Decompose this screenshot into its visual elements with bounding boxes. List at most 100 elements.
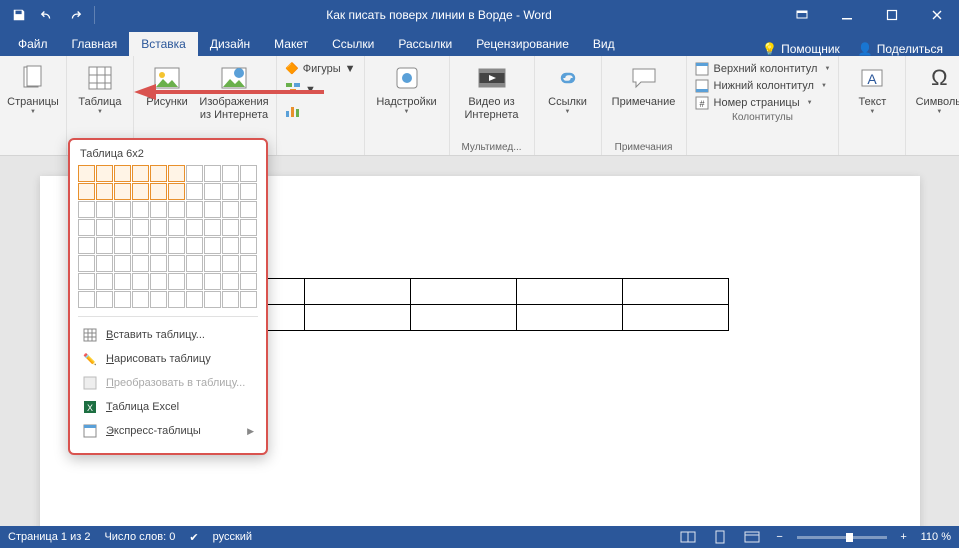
grid-cell[interactable]	[96, 255, 113, 272]
grid-cell[interactable]	[240, 255, 257, 272]
online-video-button[interactable]: Видео из Интернета	[454, 58, 530, 121]
grid-cell[interactable]	[96, 219, 113, 236]
read-mode-icon[interactable]	[677, 529, 699, 545]
grid-cell[interactable]	[114, 183, 131, 200]
save-icon[interactable]	[6, 2, 32, 28]
tab-references[interactable]: Ссылки	[320, 32, 386, 56]
zoom-level[interactable]: 110 %	[921, 531, 951, 543]
grid-cell[interactable]	[168, 165, 185, 182]
grid-cell[interactable]	[168, 291, 185, 308]
grid-cell[interactable]	[222, 165, 239, 182]
grid-cell[interactable]	[240, 219, 257, 236]
draw-table-item[interactable]: ✏️Нарисовать таблицу	[78, 347, 258, 371]
grid-cell[interactable]	[186, 183, 203, 200]
grid-cell[interactable]	[96, 237, 113, 254]
grid-cell[interactable]	[186, 237, 203, 254]
grid-cell[interactable]	[168, 201, 185, 218]
grid-cell[interactable]	[186, 219, 203, 236]
grid-cell[interactable]	[96, 165, 113, 182]
grid-cell[interactable]	[78, 219, 95, 236]
grid-cell[interactable]	[150, 183, 167, 200]
grid-cell[interactable]	[150, 255, 167, 272]
insert-table-item[interactable]: Вставить таблицу...	[78, 323, 258, 347]
grid-cell[interactable]	[132, 183, 149, 200]
maximize-icon[interactable]	[869, 0, 914, 30]
grid-cell[interactable]	[204, 183, 221, 200]
proofing-icon[interactable]: ✔	[189, 531, 198, 544]
grid-cell[interactable]	[150, 201, 167, 218]
symbols-button[interactable]: Ω Символы▼	[910, 58, 959, 116]
grid-cell[interactable]	[240, 165, 257, 182]
tell-me[interactable]: 💡Помощник	[762, 42, 840, 56]
grid-cell[interactable]	[78, 273, 95, 290]
grid-cell[interactable]	[222, 255, 239, 272]
tab-home[interactable]: Главная	[60, 32, 130, 56]
grid-cell[interactable]	[114, 219, 131, 236]
text-button[interactable]: A Текст▼	[843, 58, 901, 116]
ribbon-options-icon[interactable]	[779, 0, 824, 30]
grid-cell[interactable]	[222, 237, 239, 254]
pages-button[interactable]: Страницы▼	[4, 58, 62, 116]
grid-cell[interactable]	[168, 273, 185, 290]
page-number-button[interactable]: #Номер страницы▼	[695, 96, 831, 110]
tab-design[interactable]: Дизайн	[198, 32, 262, 56]
grid-cell[interactable]	[186, 273, 203, 290]
grid-cell[interactable]	[222, 291, 239, 308]
grid-cell[interactable]	[186, 291, 203, 308]
grid-cell[interactable]	[150, 237, 167, 254]
grid-cell[interactable]	[132, 237, 149, 254]
grid-cell[interactable]	[168, 255, 185, 272]
status-language[interactable]: русский	[213, 531, 252, 543]
redo-icon[interactable]	[62, 2, 88, 28]
chart-button[interactable]	[281, 100, 305, 121]
web-layout-icon[interactable]	[741, 529, 763, 545]
status-page[interactable]: Страница 1 из 2	[8, 531, 90, 543]
tab-view[interactable]: Вид	[581, 32, 627, 56]
grid-cell[interactable]	[150, 219, 167, 236]
grid-cell[interactable]	[150, 291, 167, 308]
grid-cell[interactable]	[96, 183, 113, 200]
grid-cell[interactable]	[204, 291, 221, 308]
grid-cell[interactable]	[222, 219, 239, 236]
grid-cell[interactable]	[168, 237, 185, 254]
tab-insert[interactable]: Вставка	[129, 32, 198, 56]
tab-mailings[interactable]: Рассылки	[386, 32, 464, 56]
grid-cell[interactable]	[204, 219, 221, 236]
grid-cell[interactable]	[132, 201, 149, 218]
grid-cell[interactable]	[132, 165, 149, 182]
grid-cell[interactable]	[78, 183, 95, 200]
table-button[interactable]: Таблица▼	[71, 58, 129, 116]
status-words[interactable]: Число слов: 0	[104, 531, 175, 543]
grid-cell[interactable]	[96, 273, 113, 290]
links-button[interactable]: Ссылки▼	[539, 58, 597, 116]
online-pictures-button[interactable]: Изображения из Интернета	[196, 58, 272, 121]
smartart-button[interactable]: ▼	[281, 77, 320, 98]
zoom-out-button[interactable]: −	[773, 531, 787, 543]
zoom-slider[interactable]	[797, 536, 887, 539]
grid-cell[interactable]	[78, 237, 95, 254]
tab-file[interactable]: Файл	[6, 32, 60, 56]
grid-cell[interactable]	[150, 165, 167, 182]
grid-cell[interactable]	[240, 291, 257, 308]
grid-cell[interactable]	[186, 165, 203, 182]
grid-cell[interactable]	[96, 291, 113, 308]
grid-cell[interactable]	[132, 291, 149, 308]
grid-cell[interactable]	[96, 201, 113, 218]
grid-cell[interactable]	[78, 201, 95, 218]
grid-cell[interactable]	[114, 291, 131, 308]
zoom-in-button[interactable]: +	[897, 531, 911, 543]
grid-cell[interactable]	[240, 273, 257, 290]
header-button[interactable]: Верхний колонтитул▼	[695, 62, 831, 76]
shapes-button[interactable]: 🔶Фигуры▼	[281, 58, 360, 75]
grid-cell[interactable]	[114, 237, 131, 254]
undo-icon[interactable]	[34, 2, 60, 28]
share-button[interactable]: 👤Поделиться	[858, 42, 943, 56]
close-icon[interactable]	[914, 0, 959, 30]
grid-cell[interactable]	[114, 165, 131, 182]
grid-cell[interactable]	[222, 273, 239, 290]
grid-cell[interactable]	[132, 255, 149, 272]
grid-cell[interactable]	[168, 219, 185, 236]
quick-tables-item[interactable]: Экспресс-таблицы▶	[78, 419, 258, 443]
pictures-button[interactable]: Рисунки	[138, 58, 196, 121]
grid-cell[interactable]	[222, 201, 239, 218]
